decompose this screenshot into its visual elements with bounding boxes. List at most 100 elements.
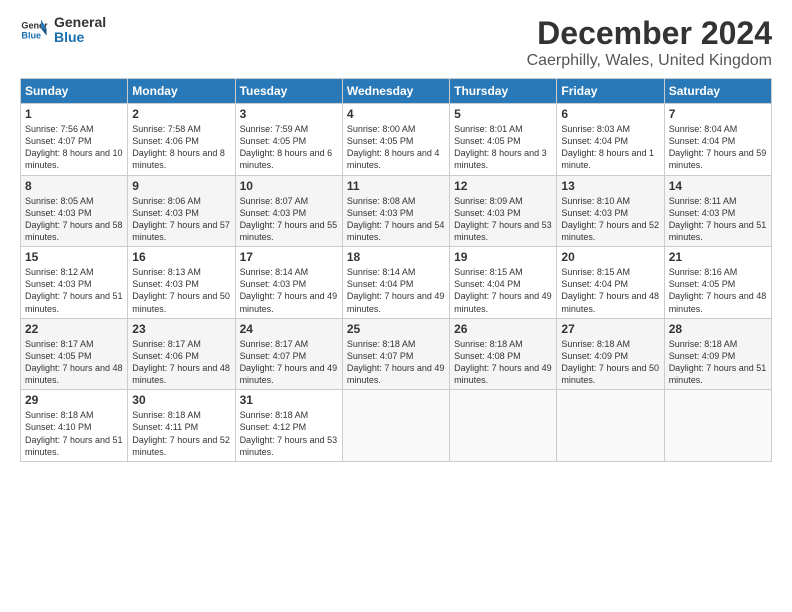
day-number: 30 (132, 393, 230, 407)
day-number: 21 (669, 250, 767, 264)
day-info: Sunrise: 7:59 AMSunset: 4:05 PMDaylight:… (240, 123, 338, 172)
day-info: Sunrise: 8:15 AMSunset: 4:04 PMDaylight:… (454, 266, 552, 315)
calendar-cell: 6 Sunrise: 8:03 AMSunset: 4:04 PMDaylight… (557, 104, 664, 176)
calendar: SundayMondayTuesdayWednesdayThursdayFrid… (20, 78, 772, 462)
day-number: 25 (347, 322, 445, 336)
calendar-day-header: Saturday (664, 79, 771, 104)
day-number: 3 (240, 107, 338, 121)
day-number: 24 (240, 322, 338, 336)
day-info: Sunrise: 8:01 AMSunset: 4:05 PMDaylight:… (454, 123, 552, 172)
calendar-cell (342, 390, 449, 462)
day-info: Sunrise: 8:14 AMSunset: 4:04 PMDaylight:… (347, 266, 445, 315)
calendar-cell: 8 Sunrise: 8:05 AMSunset: 4:03 PMDaylight… (21, 175, 128, 247)
logo-line1: General (54, 15, 106, 30)
calendar-cell: 4Sunrise: 8:00 AMSunset: 4:05 PMDaylight… (342, 104, 449, 176)
calendar-week-row: 8 Sunrise: 8:05 AMSunset: 4:03 PMDaylight… (21, 175, 772, 247)
day-info: Sunrise: 8:18 AMSunset: 4:11 PMDaylight:… (132, 409, 230, 458)
calendar-cell (664, 390, 771, 462)
day-info: Sunrise: 8:17 AMSunset: 4:07 PMDaylight:… (240, 338, 338, 387)
day-number: 1 (25, 107, 123, 121)
day-info: Sunrise: 8:18 AMSunset: 4:08 PMDaylight:… (454, 338, 552, 387)
calendar-cell: 18 Sunrise: 8:14 AMSunset: 4:04 PMDayligh… (342, 247, 449, 319)
day-info: Sunrise: 8:18 AMSunset: 4:09 PMDaylight:… (561, 338, 659, 387)
calendar-cell: 28 Sunrise: 8:18 AMSunset: 4:09 PMDayligh… (664, 318, 771, 390)
day-number: 8 (25, 179, 123, 193)
day-info: Sunrise: 7:58 AMSunset: 4:06 PMDaylight:… (132, 123, 230, 172)
svg-text:Blue: Blue (21, 31, 41, 41)
day-info: Sunrise: 8:13 AMSunset: 4:03 PMDaylight:… (132, 266, 230, 315)
day-info: Sunrise: 8:03 AMSunset: 4:04 PMDaylight:… (561, 123, 659, 172)
day-info: Sunrise: 8:18 AMSunset: 4:10 PMDaylight:… (25, 409, 123, 458)
calendar-cell: 3 Sunrise: 7:59 AMSunset: 4:05 PMDaylight… (235, 104, 342, 176)
day-number: 12 (454, 179, 552, 193)
day-info: Sunrise: 8:12 AMSunset: 4:03 PMDaylight:… (25, 266, 123, 315)
calendar-cell: 16 Sunrise: 8:13 AMSunset: 4:03 PMDayligh… (128, 247, 235, 319)
day-number: 22 (25, 322, 123, 336)
calendar-cell: 20Sunrise: 8:15 AMSunset: 4:04 PMDayligh… (557, 247, 664, 319)
calendar-cell: 17Sunrise: 8:14 AMSunset: 4:03 PMDayligh… (235, 247, 342, 319)
calendar-cell (557, 390, 664, 462)
day-info: Sunrise: 8:07 AMSunset: 4:03 PMDaylight:… (240, 195, 338, 244)
calendar-cell: 22Sunrise: 8:17 AMSunset: 4:05 PMDayligh… (21, 318, 128, 390)
day-number: 7 (669, 107, 767, 121)
day-number: 9 (132, 179, 230, 193)
day-number: 18 (347, 250, 445, 264)
day-number: 15 (25, 250, 123, 264)
day-number: 16 (132, 250, 230, 264)
calendar-header-row: SundayMondayTuesdayWednesdayThursdayFrid… (21, 79, 772, 104)
calendar-day-header: Sunday (21, 79, 128, 104)
calendar-cell: 26 Sunrise: 8:18 AMSunset: 4:08 PMDayligh… (450, 318, 557, 390)
day-info: Sunrise: 8:09 AMSunset: 4:03 PMDaylight:… (454, 195, 552, 244)
day-info: Sunrise: 8:18 AMSunset: 4:09 PMDaylight:… (669, 338, 767, 387)
day-info: Sunrise: 8:08 AMSunset: 4:03 PMDaylight:… (347, 195, 445, 244)
calendar-cell: 2 Sunrise: 7:58 AMSunset: 4:06 PMDaylight… (128, 104, 235, 176)
main-title: December 2024 (527, 15, 772, 52)
day-info: Sunrise: 8:11 AMSunset: 4:03 PMDaylight:… (669, 195, 767, 244)
day-info: Sunrise: 8:10 AMSunset: 4:03 PMDaylight:… (561, 195, 659, 244)
calendar-cell: 29 Sunrise: 8:18 AMSunset: 4:10 PMDayligh… (21, 390, 128, 462)
day-number: 23 (132, 322, 230, 336)
calendar-cell: 19 Sunrise: 8:15 AMSunset: 4:04 PMDayligh… (450, 247, 557, 319)
calendar-cell: 21 Sunrise: 8:16 AMSunset: 4:05 PMDayligh… (664, 247, 771, 319)
day-info: Sunrise: 8:05 AMSunset: 4:03 PMDaylight:… (25, 195, 123, 244)
calendar-cell: 15 Sunrise: 8:12 AMSunset: 4:03 PMDayligh… (21, 247, 128, 319)
day-info: Sunrise: 8:15 AMSunset: 4:04 PMDaylight:… (561, 266, 659, 315)
calendar-week-row: 29 Sunrise: 8:18 AMSunset: 4:10 PMDayligh… (21, 390, 772, 462)
day-number: 6 (561, 107, 659, 121)
calendar-cell: 10 Sunrise: 8:07 AMSunset: 4:03 PMDayligh… (235, 175, 342, 247)
day-number: 10 (240, 179, 338, 193)
calendar-cell: 11 Sunrise: 8:08 AMSunset: 4:03 PMDayligh… (342, 175, 449, 247)
calendar-week-row: 1Sunrise: 7:56 AMSunset: 4:07 PMDaylight… (21, 104, 772, 176)
calendar-cell: 31 Sunrise: 8:18 AMSunset: 4:12 PMDayligh… (235, 390, 342, 462)
calendar-day-header: Tuesday (235, 79, 342, 104)
calendar-cell: 24 Sunrise: 8:17 AMSunset: 4:07 PMDayligh… (235, 318, 342, 390)
logo-icon: General Blue (20, 16, 48, 44)
day-number: 5 (454, 107, 552, 121)
calendar-cell: 12 Sunrise: 8:09 AMSunset: 4:03 PMDayligh… (450, 175, 557, 247)
calendar-cell (450, 390, 557, 462)
day-info: Sunrise: 8:18 AMSunset: 4:07 PMDaylight:… (347, 338, 445, 387)
calendar-cell: 27Sunrise: 8:18 AMSunset: 4:09 PMDayligh… (557, 318, 664, 390)
calendar-cell: 13 Sunrise: 8:10 AMSunset: 4:03 PMDayligh… (557, 175, 664, 247)
day-number: 31 (240, 393, 338, 407)
calendar-cell: 30 Sunrise: 8:18 AMSunset: 4:11 PMDayligh… (128, 390, 235, 462)
calendar-cell: 9Sunrise: 8:06 AMSunset: 4:03 PMDaylight… (128, 175, 235, 247)
day-info: Sunrise: 8:00 AMSunset: 4:05 PMDaylight:… (347, 123, 445, 172)
day-number: 2 (132, 107, 230, 121)
day-number: 14 (669, 179, 767, 193)
day-number: 13 (561, 179, 659, 193)
day-info: Sunrise: 8:18 AMSunset: 4:12 PMDaylight:… (240, 409, 338, 458)
day-info: Sunrise: 8:16 AMSunset: 4:05 PMDaylight:… (669, 266, 767, 315)
day-info: Sunrise: 8:14 AMSunset: 4:03 PMDaylight:… (240, 266, 338, 315)
calendar-cell: 23 Sunrise: 8:17 AMSunset: 4:06 PMDayligh… (128, 318, 235, 390)
calendar-cell: 7Sunrise: 8:04 AMSunset: 4:04 PMDaylight… (664, 104, 771, 176)
day-number: 26 (454, 322, 552, 336)
day-info: Sunrise: 8:17 AMSunset: 4:06 PMDaylight:… (132, 338, 230, 387)
day-number: 11 (347, 179, 445, 193)
calendar-day-header: Friday (557, 79, 664, 104)
day-number: 19 (454, 250, 552, 264)
calendar-cell: 14 Sunrise: 8:11 AMSunset: 4:03 PMDayligh… (664, 175, 771, 247)
title-block: December 2024 Caerphilly, Wales, United … (527, 15, 772, 70)
day-number: 28 (669, 322, 767, 336)
day-number: 29 (25, 393, 123, 407)
